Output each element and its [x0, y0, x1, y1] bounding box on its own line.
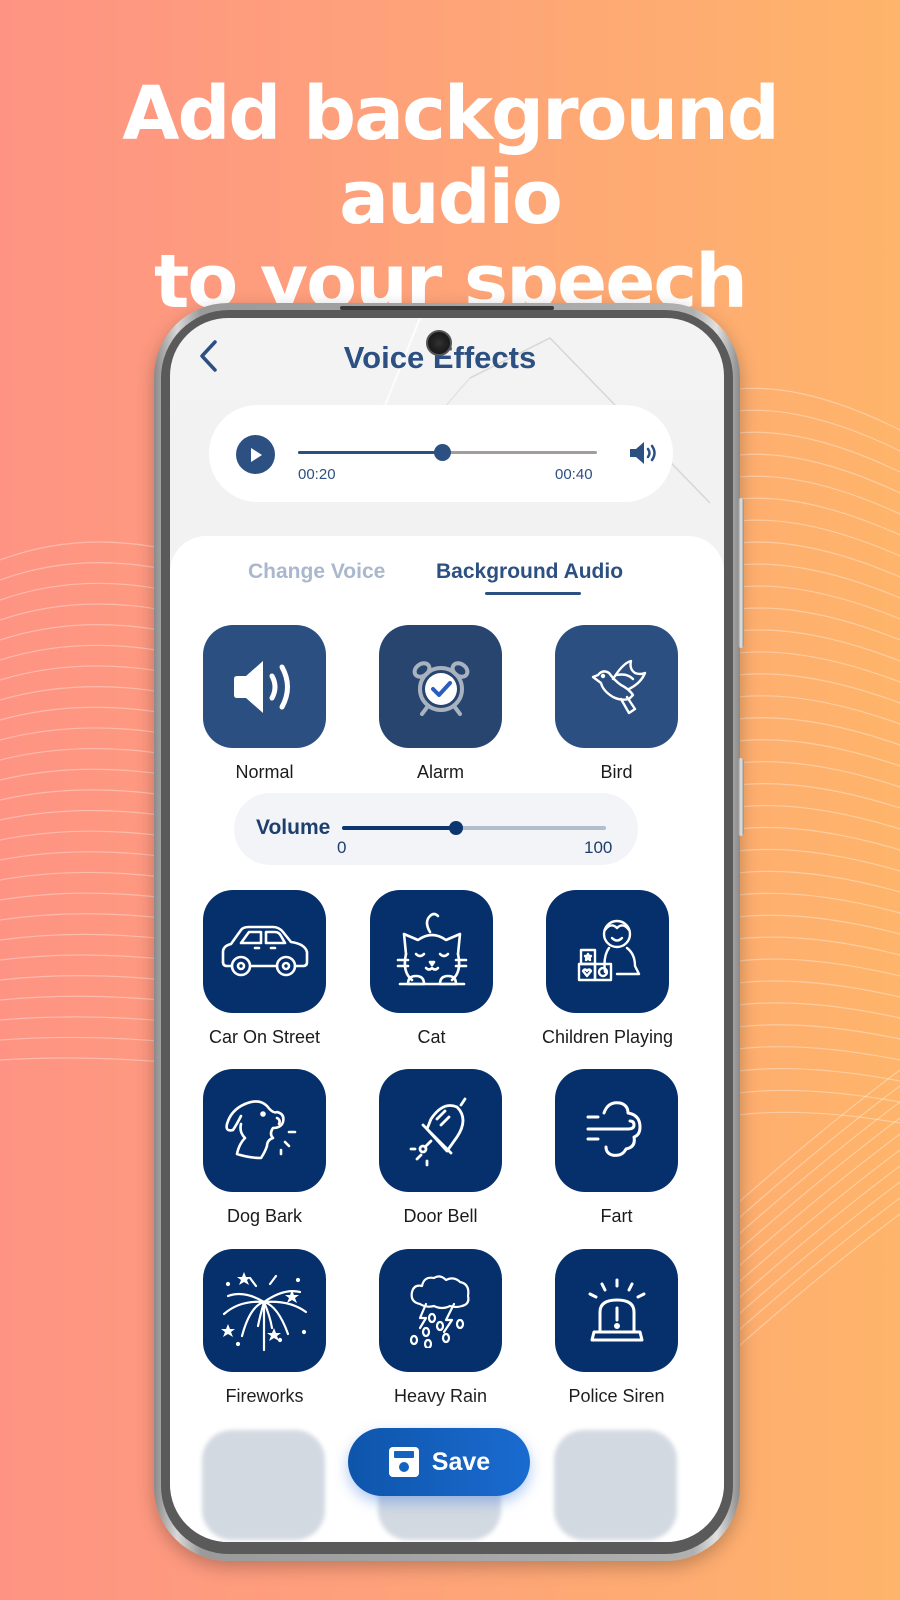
- effects-panel: Change Voice Background Audio Normal Ala…: [170, 536, 724, 1542]
- play-icon: [250, 447, 262, 462]
- sound-tile-label: Fart: [600, 1206, 633, 1226]
- volume-button[interactable]: [628, 440, 658, 466]
- fireworks-icon: [220, 1271, 307, 1351]
- phone-power-button: [738, 758, 744, 836]
- phone-volume-button: [738, 498, 744, 648]
- sound-tile-icon-box: [203, 1069, 326, 1192]
- sound-tile-children-playing[interactable]: Children Playing: [541, 890, 674, 1048]
- sound-tile-car-on-street[interactable]: Car On Street: [202, 890, 327, 1048]
- sound-tile-dog-bark[interactable]: Dog Bark: [202, 1069, 327, 1227]
- audio-player: 00:20 00:40: [209, 405, 673, 502]
- front-camera: [426, 330, 452, 356]
- volume-min: 0: [337, 838, 347, 857]
- volume-max: 100: [584, 838, 613, 857]
- volume-control: Volume 0 100: [234, 793, 638, 865]
- sound-tile-icon-box: [203, 625, 326, 748]
- floppy-disk-icon: [388, 1447, 419, 1477]
- dog-icon: [224, 1099, 296, 1159]
- sound-tile-icon-box: [203, 1249, 326, 1372]
- app-screen: Voice Effects 00:20 00:40 Change Voice B…: [170, 318, 724, 1542]
- sound-tile-label: Cat: [417, 1027, 446, 1047]
- tab-background-audio[interactable]: Background Audio: [436, 560, 623, 584]
- sound-tile-icon-box: [555, 1069, 678, 1192]
- storm-cloud-icon: [409, 1274, 469, 1348]
- sound-tile-alarm[interactable]: Alarm: [378, 625, 503, 783]
- save-button-label: Save: [431, 1447, 491, 1476]
- speaker-icon: [630, 442, 656, 464]
- car-icon: [221, 925, 308, 976]
- sound-tile-icon-box: [370, 890, 493, 1013]
- sound-tile-label: Children Playing: [541, 1027, 674, 1047]
- sound-tile-icon-box: [555, 625, 678, 748]
- selected-check-badge: [424, 672, 457, 705]
- tab-change-voice[interactable]: Change Voice: [248, 560, 385, 584]
- sound-tile-icon-box: [379, 1249, 502, 1372]
- sound-tile-label: Normal: [235, 762, 294, 782]
- wind-cloud-icon: [586, 1100, 641, 1157]
- sound-tile-icon-box: [203, 890, 326, 1013]
- play-button[interactable]: [236, 435, 275, 474]
- phone-speaker: [340, 306, 554, 310]
- sound-tile-label: Door Bell: [403, 1206, 478, 1226]
- headline-line-1: Add background audio: [122, 71, 780, 241]
- sound-tile-icon-box: [379, 1069, 502, 1192]
- active-tab-indicator: [485, 592, 581, 595]
- current-time: 00:20: [298, 466, 336, 483]
- volume-slider[interactable]: [342, 821, 606, 835]
- sound-tile-partial[interactable]: [202, 1430, 325, 1540]
- bird-icon: [591, 659, 646, 714]
- sound-tile-door-bell[interactable]: Door Bell: [378, 1069, 503, 1227]
- total-time: 00:40: [555, 466, 593, 483]
- sound-tile-normal[interactable]: Normal: [202, 625, 327, 783]
- bell-icon: [409, 1097, 466, 1166]
- volume-thumb[interactable]: [448, 821, 463, 835]
- sound-tile-icon-box: [555, 1249, 678, 1372]
- playback-progress: [298, 451, 442, 454]
- playback-thumb[interactable]: [433, 444, 451, 461]
- siren-icon: [588, 1278, 645, 1341]
- sound-tile-icon-box: [379, 625, 502, 748]
- sound-tile-heavy-rain[interactable]: Heavy Rain: [378, 1249, 503, 1407]
- sound-tile-cat[interactable]: Cat: [369, 890, 494, 1048]
- sound-tile-fart[interactable]: Fart: [554, 1069, 679, 1227]
- speaker-icon: [233, 660, 290, 713]
- headline: Add background audio to your speech: [0, 72, 900, 324]
- sound-tile-label: Car On Street: [208, 1027, 321, 1047]
- sound-tile-label: Dog Bark: [226, 1206, 303, 1226]
- sound-tile-partial[interactable]: [554, 1430, 677, 1540]
- volume-fill: [342, 826, 456, 830]
- sound-tile-police-siren[interactable]: Police Siren: [554, 1249, 679, 1407]
- sound-tile-fireworks[interactable]: Fireworks: [202, 1249, 327, 1407]
- sound-tile-label: Bird: [600, 762, 633, 782]
- child-blocks-icon: [577, 919, 640, 981]
- sound-tile-label: Alarm: [416, 762, 464, 782]
- cat-icon: [396, 912, 467, 985]
- volume-label: Volume: [256, 816, 331, 839]
- sound-tile-icon-box: [546, 890, 669, 1013]
- alarm-clock-icon: [412, 660, 469, 716]
- save-button[interactable]: Save: [348, 1428, 530, 1496]
- playback-slider[interactable]: [298, 444, 597, 461]
- sound-tile-bird[interactable]: Bird: [554, 625, 679, 783]
